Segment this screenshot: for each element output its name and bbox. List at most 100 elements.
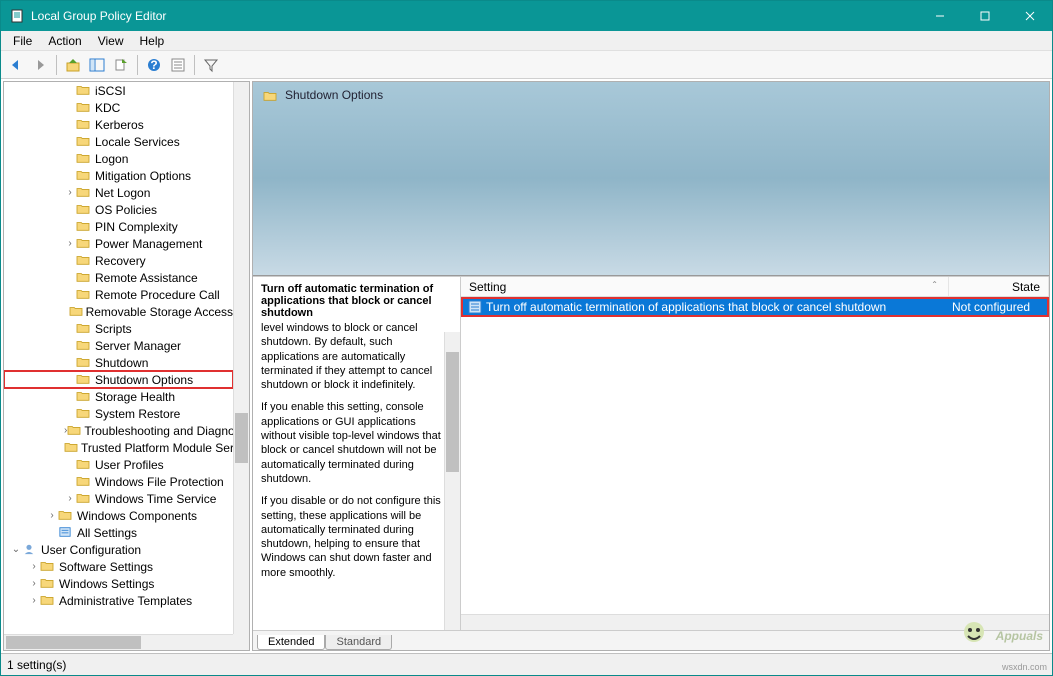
tree-item[interactable]: Windows File Protection	[4, 473, 233, 490]
header-title: Shutdown Options	[285, 88, 383, 102]
status-bar: 1 setting(s)	[1, 653, 1052, 675]
tree-item-label: User Profiles	[95, 458, 164, 472]
tab-extended[interactable]: Extended	[257, 635, 325, 650]
tree-item-label: Windows Components	[77, 509, 197, 523]
list-header: Setting ⌃ State	[461, 277, 1049, 297]
tree-item[interactable]: System Restore	[4, 405, 233, 422]
close-button[interactable]	[1007, 1, 1052, 31]
expand-icon[interactable]: ›	[28, 595, 40, 606]
tree-item[interactable]: ›Windows Settings	[4, 575, 233, 592]
scrollbar-thumb[interactable]	[446, 352, 459, 472]
tree-item-label: Removable Storage Access	[86, 305, 233, 319]
tab-standard[interactable]: Standard	[325, 635, 392, 650]
tree-item[interactable]: ›Troubleshooting and Diagnostics	[4, 422, 233, 439]
tree-item[interactable]: Kerberos	[4, 116, 233, 133]
menu-view[interactable]: View	[90, 32, 132, 50]
tree-item-label: Storage Health	[95, 390, 175, 404]
tree-item-label: Locale Services	[95, 135, 180, 149]
tree-vertical-scrollbar[interactable]	[233, 82, 249, 634]
folder-icon	[40, 577, 56, 591]
tree-item[interactable]: ›Power Management	[4, 235, 233, 252]
tree-item[interactable]: iSCSI	[4, 82, 233, 99]
tree-item-label: Trusted Platform Module Services	[81, 441, 233, 455]
maximize-button[interactable]	[962, 1, 1007, 31]
tree-item[interactable]: Remote Procedure Call	[4, 286, 233, 303]
folder-icon	[76, 101, 92, 115]
tree-item-label: iSCSI	[95, 84, 126, 98]
description-paragraph: If you enable this setting, console appl…	[261, 400, 452, 486]
collapse-icon[interactable]: ⌄	[10, 544, 22, 555]
tree-item[interactable]: Storage Health	[4, 388, 233, 405]
menu-help[interactable]: Help	[132, 32, 173, 50]
help-button[interactable]: ?	[143, 54, 165, 76]
tree-item[interactable]: › Windows Components	[4, 507, 233, 524]
column-label: Setting	[469, 280, 506, 294]
title-bar: Local Group Policy Editor	[1, 1, 1052, 31]
menu-file[interactable]: File	[5, 32, 40, 50]
properties-button[interactable]	[167, 54, 189, 76]
tree-item[interactable]: Recovery	[4, 252, 233, 269]
status-text: 1 setting(s)	[7, 658, 66, 672]
filter-button[interactable]	[200, 54, 222, 76]
up-button[interactable]	[62, 54, 84, 76]
tree-item[interactable]: ⌄User Configuration	[4, 541, 233, 558]
tree-item[interactable]: ›Software Settings	[4, 558, 233, 575]
tree-item-label: PIN Complexity	[95, 220, 178, 234]
sort-indicator-icon: ⌃	[931, 280, 938, 289]
list-horizontal-scrollbar[interactable]	[461, 614, 1049, 630]
folder-icon	[76, 356, 92, 370]
tree-item[interactable]: All Settings	[4, 524, 233, 541]
back-button[interactable]	[5, 54, 27, 76]
expand-icon[interactable]: ›	[64, 187, 76, 198]
tree-item[interactable]: PIN Complexity	[4, 218, 233, 235]
tree-item[interactable]: User Profiles	[4, 456, 233, 473]
tree-item[interactable]: OS Policies	[4, 201, 233, 218]
tree-item[interactable]: Remote Assistance	[4, 269, 233, 286]
tree-item[interactable]: Removable Storage Access	[4, 303, 233, 320]
tree-horizontal-scrollbar[interactable]	[4, 634, 233, 650]
folder-icon	[76, 271, 92, 285]
list-body[interactable]: Turn off automatic termination of applic…	[461, 297, 1049, 614]
menu-action[interactable]: Action	[40, 32, 89, 50]
minimize-button[interactable]	[917, 1, 962, 31]
tree-item-label: Administrative Templates	[59, 594, 192, 608]
expand-icon[interactable]: ›	[46, 510, 58, 521]
tree-item-label: OS Policies	[95, 203, 157, 217]
tree-item[interactable]: KDC	[4, 99, 233, 116]
tree-item-label: Shutdown	[95, 356, 148, 370]
setting-row[interactable]: Turn off automatic termination of applic…	[462, 298, 1048, 316]
folder-icon	[76, 407, 92, 421]
expand-icon[interactable]: ›	[28, 561, 40, 572]
column-label: State	[1012, 280, 1040, 294]
tree-item[interactable]: Locale Services	[4, 133, 233, 150]
tree-view[interactable]: iSCSIKDCKerberos Locale ServicesLogonMiti…	[4, 82, 233, 634]
expand-icon[interactable]: ›	[64, 238, 76, 249]
expand-icon[interactable]: ›	[28, 578, 40, 589]
tree-item[interactable]: ›Net Logon	[4, 184, 233, 201]
tree-item[interactable]: Server Manager	[4, 337, 233, 354]
expand-icon[interactable]: ›	[64, 493, 76, 504]
tree-item[interactable]: Shutdown Options	[4, 371, 233, 388]
scroll-corner	[233, 634, 249, 650]
tree-item[interactable]: Scripts	[4, 320, 233, 337]
tree-item[interactable]: Trusted Platform Module Services	[4, 439, 233, 456]
tree-item[interactable]: Shutdown	[4, 354, 233, 371]
scrollbar-thumb[interactable]	[235, 413, 248, 463]
forward-button[interactable]	[29, 54, 51, 76]
export-button[interactable]	[110, 54, 132, 76]
folder-icon	[69, 305, 83, 319]
column-header-state[interactable]: State	[949, 277, 1049, 296]
folder-icon	[76, 254, 92, 268]
tree-item[interactable]: Mitigation Options	[4, 167, 233, 184]
tree-item[interactable]: › Administrative Templates	[4, 592, 233, 609]
details-pane: Shutdown Options Turn off automatic term…	[252, 81, 1050, 651]
folder-icon	[76, 135, 92, 149]
scrollbar-thumb[interactable]	[6, 636, 141, 649]
show-hide-tree-button[interactable]	[86, 54, 108, 76]
tree-item-label: Remote Assistance	[95, 271, 198, 285]
tree-item[interactable]: ›Windows Time Service	[4, 490, 233, 507]
description-scrollbar[interactable]	[444, 332, 460, 630]
tree-item[interactable]: Logon	[4, 150, 233, 167]
description-body: level windows to block or cancel shutdow…	[261, 321, 452, 580]
column-header-setting[interactable]: Setting ⌃	[461, 277, 949, 296]
